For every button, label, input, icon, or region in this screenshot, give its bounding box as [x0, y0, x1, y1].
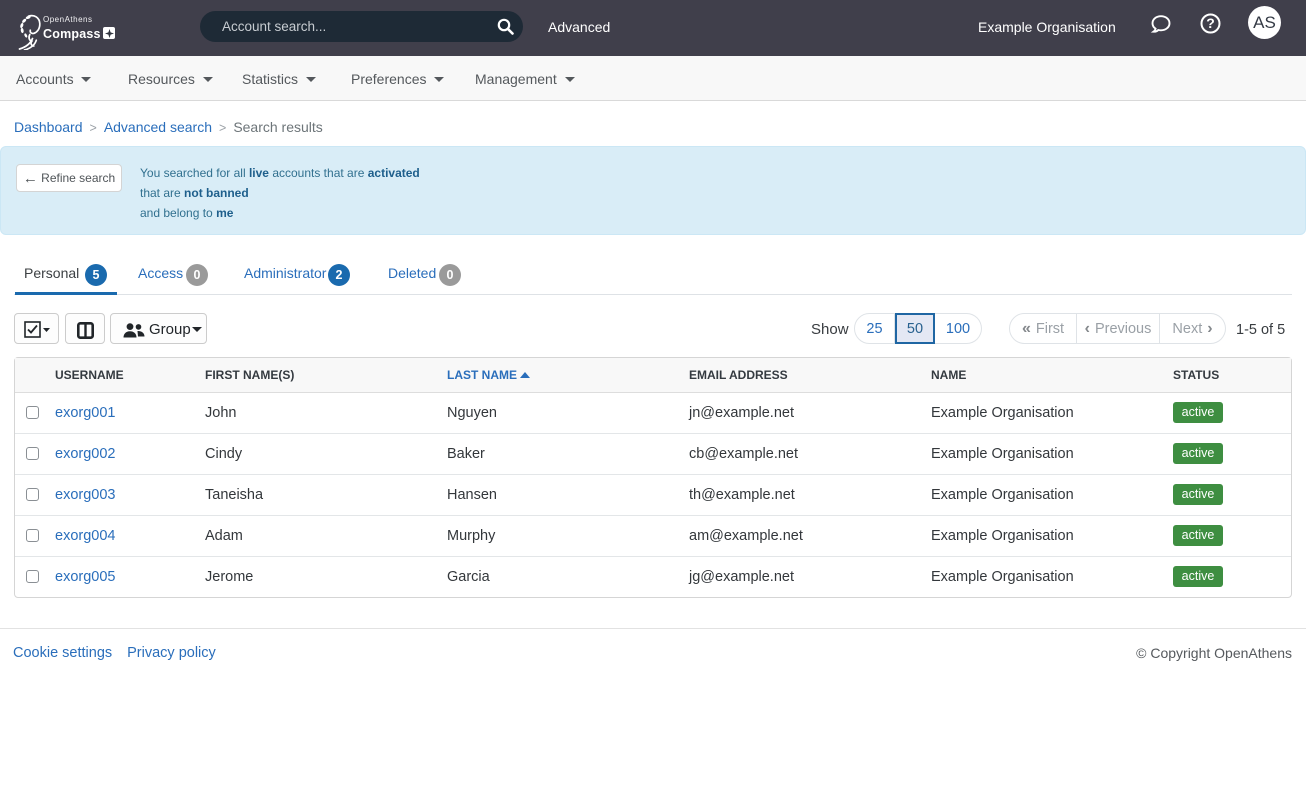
svg-text:?: ? [1206, 15, 1215, 31]
